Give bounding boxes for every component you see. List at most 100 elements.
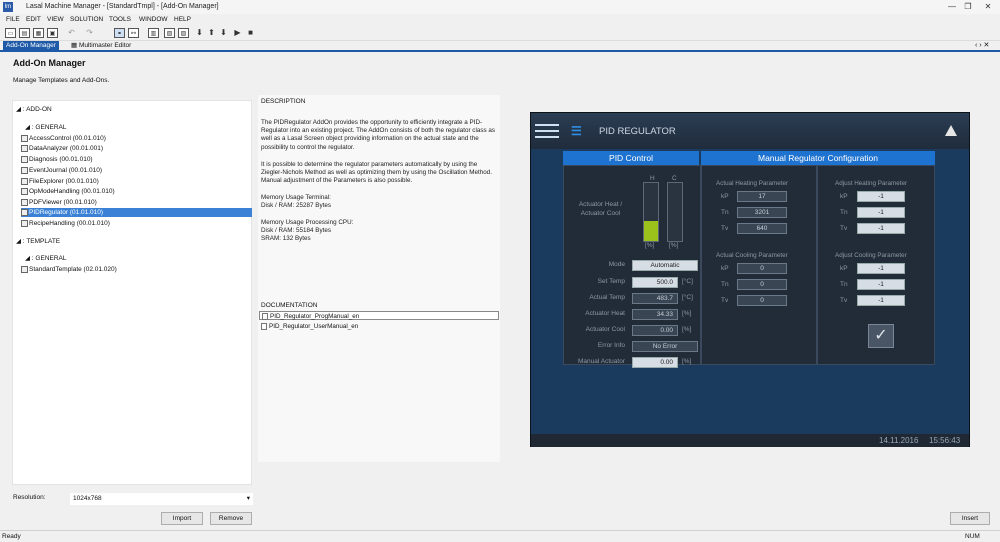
menu-help[interactable]: HELP <box>174 16 191 23</box>
download-icon[interactable]: ⬇ <box>194 28 205 38</box>
addon-icon <box>21 134 28 142</box>
save-icon[interactable]: ▣ <box>47 28 58 38</box>
check-icon[interactable]: ✓ <box>868 324 894 348</box>
doc-item-label: PID_Regulator_UserManual_en <box>269 323 359 330</box>
menu-view[interactable]: VIEW <box>47 16 64 23</box>
open-icon[interactable]: ▦ <box>33 28 44 38</box>
menu-tools[interactable]: TOOLS <box>109 16 131 23</box>
import-button[interactable]: Import <box>161 512 203 525</box>
doc-item[interactable]: PID_Regulator_UserManual_en <box>259 322 499 331</box>
list-item[interactable]: FileExplorer (00.01.010) <box>21 177 99 186</box>
tree-item-label: RecipeHandling (00.01.010) <box>29 220 110 227</box>
param-key: Tn <box>840 209 848 216</box>
param-input[interactable]: -1 <box>857 295 905 306</box>
param-input[interactable]: -1 <box>857 191 905 202</box>
tab-scroll-icon[interactable]: ‹ › ✕ <box>975 41 989 49</box>
maximize-icon[interactable]: ❐ <box>962 1 974 13</box>
menu-edit[interactable]: EDIT <box>26 16 41 23</box>
chevron-down-icon: ▾ <box>246 495 250 502</box>
mode-select[interactable]: Automatic <box>632 260 698 271</box>
menu-solution[interactable]: SOLUTION <box>70 16 103 23</box>
manual-actuator-input[interactable]: 0.00 <box>632 357 678 368</box>
resolution-label: Resolution: <box>13 494 46 501</box>
tree-item-label: AccessControl (00.01.010) <box>29 135 106 142</box>
addon-icon <box>21 208 28 216</box>
memory-cpu-sram: SRAM: 132 Bytes <box>261 235 311 242</box>
insert-button[interactable]: Insert <box>950 512 990 525</box>
stop-icon[interactable]: ■ <box>245 28 256 38</box>
tree-node-template[interactable]: ◢ : TEMPLATE <box>16 237 60 246</box>
redo-icon[interactable]: ↷ <box>84 28 95 38</box>
new-window-icon[interactable]: ▤ <box>19 28 30 38</box>
step-icon[interactable]: ⬇ <box>218 28 229 38</box>
tree-node-addon[interactable]: ◢ : ADD-ON <box>16 105 52 114</box>
description-text-1: The PIDRegulator AddOn provides the oppo… <box>261 119 496 151</box>
list-item[interactable]: RecipeHandling (00.01.010) <box>21 219 110 228</box>
online-icon[interactable]: ⚯ <box>128 28 139 38</box>
param-key: Tv <box>721 225 729 232</box>
resolution-value: 1024x768 <box>73 495 102 502</box>
hmi-time: 15:56:43 <box>929 436 961 445</box>
documentation-title: DOCUMENTATION <box>261 302 318 309</box>
list-item[interactable]: DataAnalyzer (00.01.001) <box>21 144 103 153</box>
tree-node-addon-label: ADD-ON <box>26 106 52 113</box>
upload-icon[interactable]: ⬆ <box>206 28 217 38</box>
list-item[interactable]: AccessControl (00.01.010) <box>21 134 106 143</box>
build-icon[interactable]: ▥ <box>148 28 159 38</box>
undo-icon[interactable]: ↶ <box>66 28 77 38</box>
addon-icon <box>21 187 28 195</box>
doc-item[interactable]: PID_Regulator_ProgManual_en <box>259 311 499 320</box>
doc-item-label: PID_Regulator_ProgManual_en <box>270 313 360 320</box>
manual-actuator-unit: [%] <box>682 358 692 365</box>
minimize-icon[interactable]: — <box>946 1 958 13</box>
list-item[interactable]: OpModeHandling (00.01.010) <box>21 187 115 196</box>
param-value: 17 <box>737 191 787 202</box>
param-input[interactable]: -1 <box>857 279 905 290</box>
hmi-date: 14.11.2016 <box>879 436 919 445</box>
remove-button[interactable]: Remove <box>210 512 252 525</box>
param-input[interactable]: -1 <box>857 263 905 274</box>
new-file-icon[interactable]: ▭ <box>5 28 16 38</box>
list-item-selected[interactable]: PIDRegulator (01.01.010) <box>21 208 252 217</box>
param-value: 0 <box>737 279 787 290</box>
set-temp-input[interactable]: 500.0 <box>632 277 678 288</box>
connect-icon[interactable]: ⚭ <box>114 28 125 38</box>
menu-file[interactable]: FILE <box>6 16 20 23</box>
description-panel: DESCRIPTION The PIDRegulator AddOn provi… <box>258 95 500 462</box>
param-key: Tv <box>721 297 729 304</box>
manual-config-header: Manual Regulator Configuration <box>701 151 935 165</box>
resolution-select[interactable]: 1024x768 ▾ <box>70 493 253 505</box>
menu-window[interactable]: WINDOW <box>139 16 168 23</box>
tree-node-general-2-label: GENERAL <box>35 255 67 262</box>
list-item[interactable]: Diagnosis (00.01.010) <box>21 155 93 164</box>
set-temp-unit: [°C] <box>682 278 693 285</box>
tree-node-general-2[interactable]: ◢ : GENERAL <box>25 254 67 263</box>
app-logo-icon: lm <box>3 2 13 12</box>
hmi-title: PID REGULATOR <box>599 126 676 137</box>
actual-temp-label: Actual Temp <box>589 294 625 301</box>
param-input[interactable]: -1 <box>857 207 905 218</box>
rebuild-icon[interactable]: ▧ <box>164 28 175 38</box>
param-key: kP <box>721 265 729 272</box>
tab-multimaster-editor[interactable]: ▦ Multimaster Editor <box>68 41 134 51</box>
addon-icon <box>21 219 28 227</box>
warning-icon <box>945 125 957 136</box>
actuator-cool-label: Actuator Cool <box>585 326 625 333</box>
mode-label: Mode <box>608 261 625 268</box>
addon-tree[interactable]: ◢ : ADD-ON ◢ : GENERAL AccessControl (00… <box>12 100 252 485</box>
actual-cooling-title: Actual Cooling Parameter <box>716 252 788 259</box>
list-item[interactable]: EventJournal (00.01.010) <box>21 166 102 175</box>
description-title: DESCRIPTION <box>261 98 306 105</box>
adjust-cooling-title: Adjust Cooling Parameter <box>835 252 907 259</box>
param-input[interactable]: -1 <box>857 223 905 234</box>
tree-node-general[interactable]: ◢ : GENERAL <box>25 123 67 132</box>
compile-icon[interactable]: ▨ <box>178 28 189 38</box>
param-key: kP <box>721 193 729 200</box>
tab-add-on-manager[interactable]: Add-On Manager <box>3 41 59 51</box>
close-icon[interactable]: ✕ <box>982 1 994 13</box>
list-item[interactable]: PDFViewer (00.01.010) <box>21 198 97 207</box>
memory-terminal-label: Memory Usage Terminal: <box>261 194 331 201</box>
list-item[interactable]: StandardTemplate (02.01.020) <box>21 265 117 274</box>
tab-multimaster-editor-label: Multimaster Editor <box>78 42 132 49</box>
run-icon[interactable]: ▶ <box>232 28 243 38</box>
